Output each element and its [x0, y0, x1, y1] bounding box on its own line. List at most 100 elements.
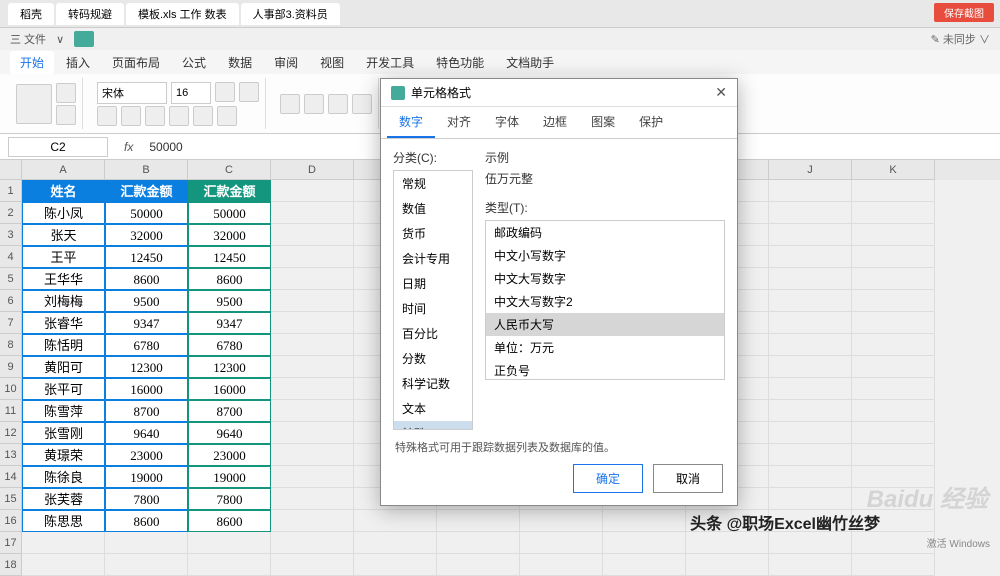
ribbon-tab-feature[interactable]: 特色功能	[426, 51, 494, 74]
data-cell[interactable]: 32000	[188, 224, 271, 246]
empty-cell[interactable]	[105, 554, 188, 576]
copy-icon[interactable]	[56, 105, 76, 125]
row-header[interactable]: 11	[0, 400, 22, 422]
save-icon[interactable]	[74, 31, 94, 47]
empty-cell[interactable]	[271, 312, 354, 334]
merge-icon[interactable]	[352, 94, 372, 114]
data-cell[interactable]: 19000	[188, 466, 271, 488]
data-cell[interactable]: 9500	[105, 290, 188, 312]
data-cell[interactable]: 12300	[188, 356, 271, 378]
empty-cell[interactable]	[852, 334, 935, 356]
row-header[interactable]: 13	[0, 444, 22, 466]
empty-cell[interactable]	[603, 510, 686, 532]
col-header[interactable]: B	[105, 160, 188, 180]
cell-reference-input[interactable]	[8, 137, 108, 157]
ribbon-tab-home[interactable]: 开始	[10, 51, 54, 74]
sync-status[interactable]: ✎ 未同步 ∨	[931, 31, 990, 47]
empty-cell[interactable]	[852, 444, 935, 466]
data-cell[interactable]: 9347	[188, 312, 271, 334]
cancel-button[interactable]: 取消	[653, 464, 723, 493]
data-cell[interactable]: 23000	[188, 444, 271, 466]
underline-icon[interactable]	[145, 106, 165, 126]
row-header[interactable]: 10	[0, 378, 22, 400]
dlg-tab-number[interactable]: 数字	[387, 107, 435, 138]
type-item[interactable]: 中文大写数字2	[486, 290, 724, 313]
empty-cell[interactable]	[852, 290, 935, 312]
data-cell[interactable]: 黄阳可	[22, 356, 105, 378]
empty-cell[interactable]	[271, 444, 354, 466]
file-menu[interactable]: 三 文件	[10, 31, 46, 47]
empty-cell[interactable]	[354, 510, 437, 532]
row-header[interactable]: 4	[0, 246, 22, 268]
tab-0[interactable]: 稻壳	[8, 3, 54, 25]
data-cell[interactable]: 张天	[22, 224, 105, 246]
border-icon[interactable]	[169, 106, 189, 126]
category-item[interactable]: 常规	[394, 171, 472, 196]
dlg-tab-protect[interactable]: 保护	[627, 107, 675, 138]
empty-cell[interactable]	[271, 202, 354, 224]
data-cell[interactable]: 16000	[105, 378, 188, 400]
empty-cell[interactable]	[686, 532, 769, 554]
row-header[interactable]: 6	[0, 290, 22, 312]
data-cell[interactable]: 9500	[188, 290, 271, 312]
row-header[interactable]: 12	[0, 422, 22, 444]
empty-cell[interactable]	[271, 422, 354, 444]
type-item[interactable]: 邮政编码	[486, 221, 724, 244]
data-cell[interactable]: 8600	[105, 510, 188, 532]
dlg-tab-font[interactable]: 字体	[483, 107, 531, 138]
data-cell[interactable]: 16000	[188, 378, 271, 400]
row-header[interactable]: 5	[0, 268, 22, 290]
bold-icon[interactable]	[97, 106, 117, 126]
col-header[interactable]: J	[769, 160, 852, 180]
empty-cell[interactable]	[852, 268, 935, 290]
data-cell[interactable]: 8700	[105, 400, 188, 422]
empty-cell[interactable]	[686, 554, 769, 576]
empty-cell[interactable]	[852, 400, 935, 422]
align-left-icon[interactable]	[280, 94, 300, 114]
type-item[interactable]: 单位：万元	[486, 336, 724, 359]
empty-cell[interactable]	[769, 378, 852, 400]
data-cell[interactable]: 12300	[105, 356, 188, 378]
dlg-tab-border[interactable]: 边框	[531, 107, 579, 138]
data-cell[interactable]: 张睿华	[22, 312, 105, 334]
row-header[interactable]: 1	[0, 180, 22, 202]
empty-cell[interactable]	[769, 554, 852, 576]
empty-cell[interactable]	[271, 290, 354, 312]
data-cell[interactable]: 9640	[188, 422, 271, 444]
category-item[interactable]: 科学记数	[394, 371, 472, 396]
row-header[interactable]: 7	[0, 312, 22, 334]
empty-cell[interactable]	[769, 202, 852, 224]
ribbon-tab-layout[interactable]: 页面布局	[102, 51, 170, 74]
data-cell[interactable]: 王华华	[22, 268, 105, 290]
row-header[interactable]: 17	[0, 532, 22, 554]
paste-icon[interactable]	[16, 84, 52, 124]
cut-icon[interactable]	[56, 83, 76, 103]
empty-cell[interactable]	[437, 510, 520, 532]
data-cell[interactable]: 32000	[105, 224, 188, 246]
col-header[interactable]: D	[271, 160, 354, 180]
table-header[interactable]: 汇款金额	[188, 180, 271, 202]
empty-cell[interactable]	[188, 554, 271, 576]
data-cell[interactable]: 陈小凤	[22, 202, 105, 224]
data-cell[interactable]: 张雪刚	[22, 422, 105, 444]
ribbon-tab-review[interactable]: 审阅	[264, 51, 308, 74]
empty-cell[interactable]	[852, 422, 935, 444]
data-cell[interactable]: 陈恬明	[22, 334, 105, 356]
empty-cell[interactable]	[603, 532, 686, 554]
category-item[interactable]: 特殊	[394, 421, 472, 430]
row-header[interactable]: 2	[0, 202, 22, 224]
menu-dropdown[interactable]: ∨	[56, 33, 64, 46]
empty-cell[interactable]	[354, 532, 437, 554]
category-item[interactable]: 日期	[394, 271, 472, 296]
row-header[interactable]: 9	[0, 356, 22, 378]
empty-cell[interactable]	[437, 532, 520, 554]
data-cell[interactable]: 王平	[22, 246, 105, 268]
dlg-tab-align[interactable]: 对齐	[435, 107, 483, 138]
data-cell[interactable]: 陈思思	[22, 510, 105, 532]
data-cell[interactable]: 19000	[105, 466, 188, 488]
ok-button[interactable]: 确定	[573, 464, 643, 493]
tab-2[interactable]: 模板.xls 工作 数表	[126, 3, 239, 25]
row-header[interactable]: 3	[0, 224, 22, 246]
ribbon-tab-data[interactable]: 数据	[218, 51, 262, 74]
dec-font-icon[interactable]	[239, 82, 259, 102]
